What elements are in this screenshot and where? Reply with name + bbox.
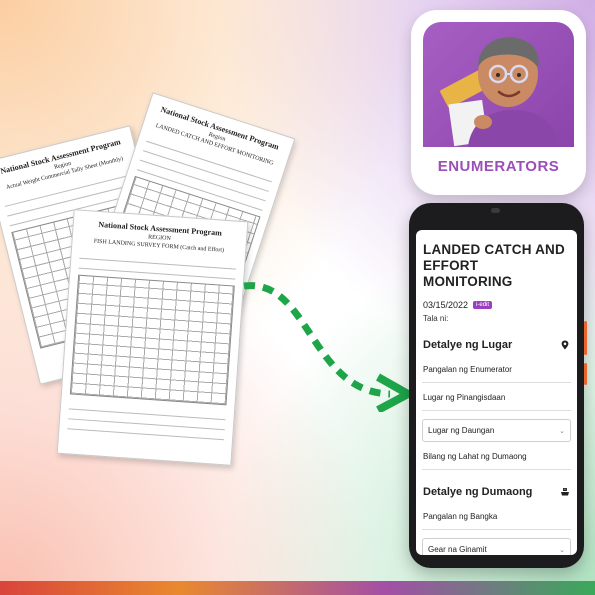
section-header-landing: Detalye ng Dumaong bbox=[416, 470, 577, 498]
landing-site-select[interactable]: Lugar ng Daungan ⌄ bbox=[422, 419, 571, 442]
bottom-gradient-bar bbox=[0, 581, 595, 595]
edit-button[interactable]: i-edit bbox=[473, 301, 493, 309]
section-header-location: Detalye ng Lugar bbox=[416, 323, 577, 351]
select-value: Gear na Ginamit bbox=[428, 545, 487, 554]
page-title: LANDED CATCH AND EFFORT MONITORING bbox=[423, 242, 565, 289]
section-title: Detalye ng Dumaong bbox=[423, 486, 533, 498]
power-button bbox=[584, 363, 587, 385]
date-row: 03/15/2022 i-edit bbox=[416, 290, 577, 310]
chevron-down-icon: ⌄ bbox=[559, 546, 565, 554]
enumerator-avatar-icon bbox=[423, 22, 574, 147]
gear-used-select[interactable]: Gear na Ginamit ⌄ bbox=[422, 538, 571, 555]
enumerators-app-icon[interactable]: ENUMERATORS bbox=[411, 10, 586, 195]
app-icon-label: ENUMERATORS bbox=[437, 158, 560, 175]
location-pin-icon bbox=[561, 340, 569, 350]
fish-landing-survey-form: National Stock Assessment Program REGION… bbox=[56, 209, 249, 466]
survey-date: 03/15/2022 bbox=[423, 300, 469, 310]
fishing-ground-field[interactable]: Lugar ng Pinangisdaan bbox=[422, 383, 571, 411]
enumerator-name-field[interactable]: Pangalan ng Enumerator bbox=[422, 351, 571, 383]
dashed-arrow-icon bbox=[243, 282, 417, 412]
app-screen: LANDED CATCH AND EFFORT MONITORING 03/15… bbox=[416, 230, 577, 555]
form-footer-lines bbox=[67, 402, 226, 441]
boat-icon bbox=[561, 488, 569, 496]
boat-name-field[interactable]: Pangalan ng Bangka bbox=[422, 498, 571, 530]
chevron-down-icon: ⌄ bbox=[559, 427, 565, 435]
camera-icon bbox=[491, 208, 500, 213]
phone-mockup: LANDED CATCH AND EFFORT MONITORING 03/15… bbox=[409, 203, 587, 568]
notes-label: Tala ni: bbox=[423, 314, 449, 323]
total-landings-field[interactable]: Bilang ng Lahat ng Dumaong bbox=[422, 442, 571, 470]
form-grid bbox=[69, 274, 235, 406]
section-title: Detalye ng Lugar bbox=[423, 339, 513, 351]
volume-button bbox=[584, 321, 587, 355]
select-value: Lugar ng Daungan bbox=[428, 426, 495, 435]
